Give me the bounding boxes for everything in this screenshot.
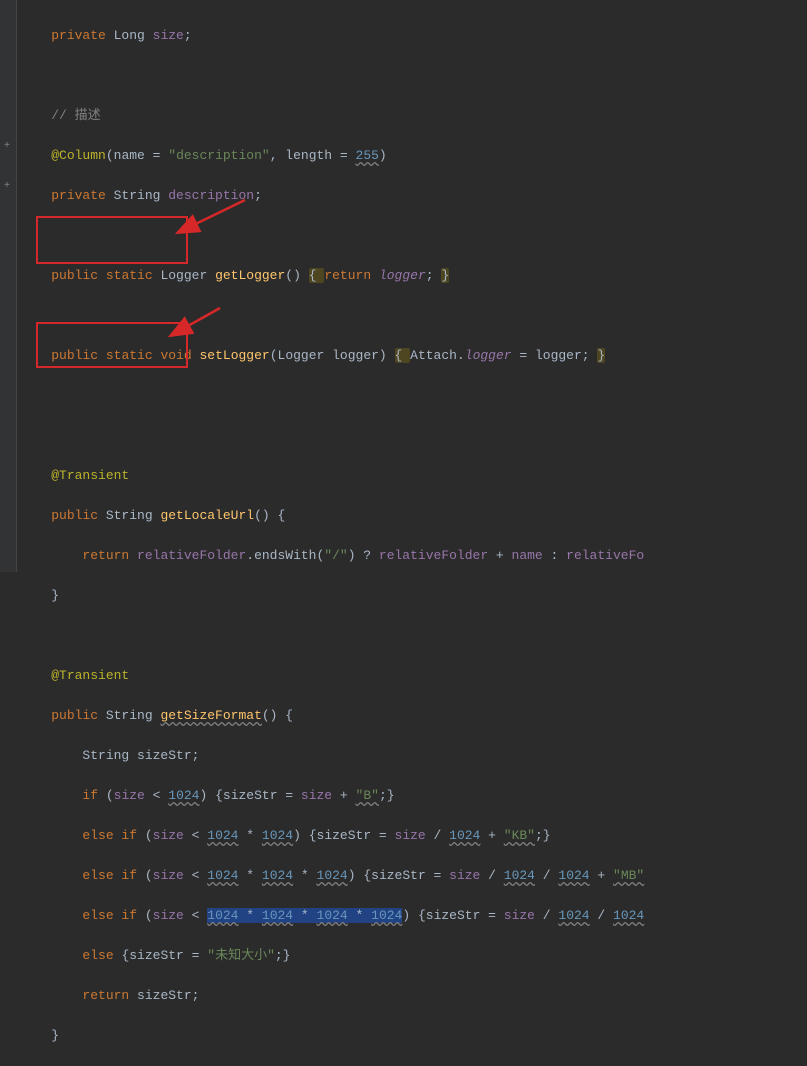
code-line: public static void setLogger(Logger logg… — [20, 346, 807, 366]
code-line: else if (size < 1024 * 1024 * 1024 * 102… — [20, 906, 807, 926]
code-line: @Transient — [20, 466, 807, 486]
code-line: if (size < 1024) {sizeStr = size + "B";} — [20, 786, 807, 806]
code-line: // 描述 — [20, 106, 807, 126]
code-line: private String description; — [20, 186, 807, 206]
code-line: else {sizeStr = "未知大小";} — [20, 946, 807, 966]
code-line: @Column(name = "description", length = 2… — [20, 146, 807, 166]
code-line: else if (size < 1024 * 1024 * 1024) {siz… — [20, 866, 807, 886]
code-line: @Transient — [20, 666, 807, 686]
code-line: private Long size; — [20, 26, 807, 46]
code-line: public String getSizeFormat() { — [20, 706, 807, 726]
code-line: public static Logger getLogger() { retur… — [20, 266, 807, 286]
code-line: return sizeStr; — [20, 986, 807, 1006]
code-editor[interactable]: private Long size; // 描述 @Column(name = … — [0, 0, 807, 1066]
code-line: } — [20, 1026, 807, 1046]
code-line: public String getLocaleUrl() { — [20, 506, 807, 526]
code-line: } — [20, 586, 807, 606]
code-line: else if (size < 1024 * 1024) {sizeStr = … — [20, 826, 807, 846]
code-line: return relativeFolder.endsWith("/") ? re… — [20, 546, 807, 566]
code-line: String sizeStr; — [20, 746, 807, 766]
